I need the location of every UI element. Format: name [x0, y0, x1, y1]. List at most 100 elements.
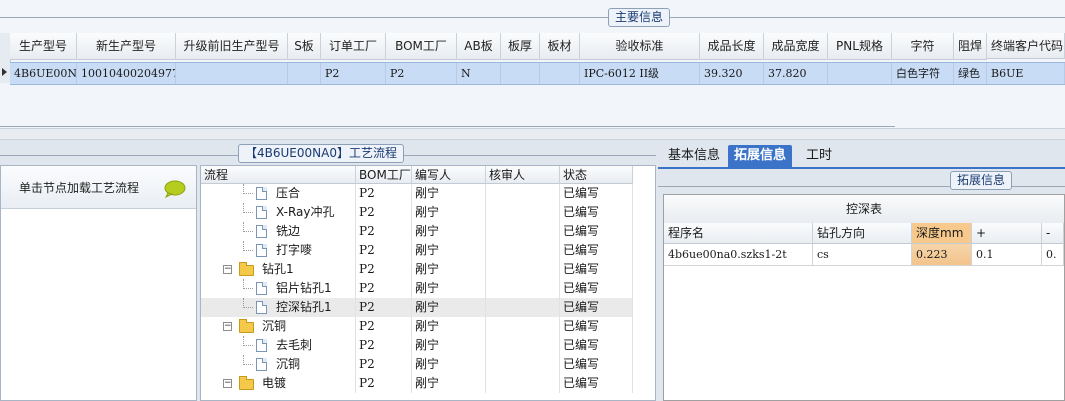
col-minus[interactable]: - [1042, 223, 1064, 244]
tree-row[interactable]: 打字嘜 P2 剐宁 已编写 [201, 241, 633, 260]
cell-acceptance-standard[interactable]: IPC-6012 II级 [580, 63, 700, 84]
tab-basic-info[interactable]: 基本信息 [662, 145, 726, 167]
tree-row[interactable]: − 电镀 P2 剐宁 已编写 [201, 374, 633, 393]
col-order-factory[interactable]: 订单工厂 [321, 33, 386, 60]
tree-connector [243, 364, 253, 365]
col-end-customer-code[interactable]: 终端客户代码 [987, 33, 1065, 59]
speech-bubble-icon [164, 180, 186, 198]
tab-extended-info[interactable]: 拓展信息 [728, 145, 793, 167]
tree-cell-reviewer [486, 279, 560, 298]
col-product-model[interactable]: 生产型号 [10, 33, 77, 60]
tree-row[interactable]: X-Ray冲孔 P2 剐宁 已编写 [201, 203, 633, 222]
tree-cell-bom: P2 [356, 374, 412, 393]
table-row[interactable]: 4B6UE00NA0 10010400204977 P2 P2 N IPC-60… [10, 62, 1065, 85]
col-board-material[interactable]: 板材 [540, 33, 580, 60]
cell-new-product-model[interactable]: 10010400204977 [77, 63, 176, 84]
main-grid-header: 生产型号 新生产型号 升级前旧生产型号 S板 订单工厂 BOM工厂 AB板 板厚… [0, 33, 1065, 60]
document-icon [256, 301, 267, 314]
col-old-product-model[interactable]: 升级前旧生产型号 [176, 33, 288, 60]
document-icon [256, 358, 267, 371]
process-tree-header: 流程 BOM工厂 编写人 核审人 状态 [201, 166, 633, 184]
cell-character[interactable]: 白色字符 [892, 63, 954, 84]
col-board-thickness[interactable]: 板厚 [501, 33, 540, 60]
cell-plus[interactable]: 0.1 [972, 244, 1042, 266]
col-program-name[interactable]: 程序名 [664, 223, 813, 244]
cell-bom-factory[interactable]: P2 [386, 63, 457, 84]
col-status[interactable]: 状态 [560, 166, 633, 184]
tree-row[interactable]: 铣边 P2 剐宁 已编写 [201, 222, 633, 241]
tree-connector [243, 212, 253, 213]
col-depth[interactable]: 深度mm [912, 223, 972, 244]
col-bom-factory[interactable]: BOM工厂 [356, 166, 412, 184]
col-process[interactable]: 流程 [201, 166, 356, 184]
col-character[interactable]: 字符 [892, 33, 954, 60]
tree-connector [243, 231, 253, 232]
col-bom-factory[interactable]: BOM工厂 [386, 33, 457, 60]
tree-row[interactable]: 控深钻孔1 P2 剐宁 已编写 [201, 298, 633, 317]
document-icon [256, 225, 267, 238]
col-s-board[interactable]: S板 [288, 33, 321, 60]
tree-cell-process: X-Ray冲孔 [273, 203, 356, 222]
cell-s-board[interactable] [288, 63, 321, 84]
tab-work-hours[interactable]: 工时 [800, 145, 838, 167]
col-writer[interactable]: 编写人 [412, 166, 486, 184]
document-icon [256, 339, 267, 352]
cell-ab-board[interactable]: N [457, 63, 501, 84]
col-drill-direction[interactable]: 钻孔方向 [813, 223, 912, 244]
collapse-icon[interactable]: − [223, 322, 232, 331]
tree-row[interactable]: 沉铜 P2 剐宁 已编写 [201, 355, 633, 374]
col-product-width[interactable]: 成品宽度 [764, 33, 828, 60]
tree-cell-writer: 剐宁 [412, 298, 486, 317]
cell-solder-mask[interactable]: 绿色 [954, 63, 987, 84]
cell-drill-direction[interactable]: cs [813, 244, 912, 266]
cell-old-product-model[interactable] [176, 63, 288, 84]
collapse-icon[interactable]: − [223, 265, 232, 274]
col-solder-mask[interactable]: 阻焊 [954, 33, 987, 60]
cell-end-customer-code[interactable]: B6UE [987, 63, 1065, 84]
cell-order-factory[interactable]: P2 [321, 63, 386, 84]
tree-row[interactable]: − 钻孔1 P2 剐宁 已编写 [201, 260, 633, 279]
tree-cell-reviewer [486, 184, 560, 203]
tree-cell-process: 铣边 [273, 222, 356, 241]
tree-cell-writer: 剐宁 [412, 374, 486, 393]
left-panel-header: 单击节点加载工艺流程 [1, 166, 196, 209]
cell-product-model[interactable]: 4B6UE00NA0 [10, 63, 77, 84]
tree-cell-bom: P2 [356, 222, 412, 241]
cell-board-thickness[interactable] [501, 63, 540, 84]
col-ab-board[interactable]: AB板 [457, 33, 501, 60]
tree-cell-status: 已编写 [560, 374, 633, 393]
tree-cell-process: 钻孔1 [259, 260, 356, 279]
col-new-product-model[interactable]: 新生产型号 [77, 33, 176, 60]
tree-cell-writer: 剐宁 [412, 355, 486, 374]
cell-product-length[interactable]: 39.320 [700, 63, 764, 84]
tree-cell-writer: 剐宁 [412, 317, 486, 336]
col-product-length[interactable]: 成品长度 [700, 33, 764, 60]
col-plus[interactable]: + [972, 223, 1042, 244]
tab-underline [658, 167, 1065, 169]
process-group-title: 【4B6UE00NA0】工艺流程 [238, 144, 404, 163]
tree-cell-bom: P2 [356, 336, 412, 355]
cell-pnl-spec[interactable] [828, 63, 892, 84]
cell-program-name[interactable]: 4b6ue00na0.szks1-2t [664, 244, 813, 266]
tree-cell-reviewer [486, 336, 560, 355]
tree-row[interactable]: 铝片钻孔1 P2 剐宁 已编写 [201, 279, 633, 298]
tree-row[interactable]: 压合 P2 剐宁 已编写 [201, 184, 633, 203]
collapse-icon[interactable]: − [223, 379, 232, 388]
tree-cell-status: 已编写 [560, 203, 633, 222]
col-pnl-spec[interactable]: PNL规格 [828, 33, 892, 60]
cell-depth[interactable]: 0.223 [912, 244, 972, 266]
cell-product-width[interactable]: 37.820 [764, 63, 828, 84]
tree-cell-process: 打字嘜 [273, 241, 356, 260]
tree-cell-process: 压合 [273, 184, 356, 203]
col-reviewer[interactable]: 核审人 [486, 166, 560, 184]
col-acceptance-standard[interactable]: 验收标准 [580, 33, 700, 60]
document-icon [256, 187, 267, 200]
horizontal-splitter[interactable] [0, 128, 1065, 140]
cell-minus[interactable]: 0. [1042, 244, 1064, 266]
depth-control-table: 控深表 程序名 钻孔方向 深度mm + - 4b6ue00na0.szks1-2… [663, 194, 1065, 401]
tree-row[interactable]: − 沉铜 P2 剐宁 已编写 [201, 317, 633, 336]
cell-board-material[interactable] [540, 63, 580, 84]
tree-row[interactable]: 去毛刺 P2 剐宁 已编写 [201, 336, 633, 355]
process-tree-body: 压合 P2 剐宁 已编写 X-Ray冲孔 P2 剐宁 已编写 铣边 P2 剐宁 已编写 打字嘜 P2 剐宁已… [201, 184, 633, 400]
tree-cell-reviewer [486, 374, 560, 393]
